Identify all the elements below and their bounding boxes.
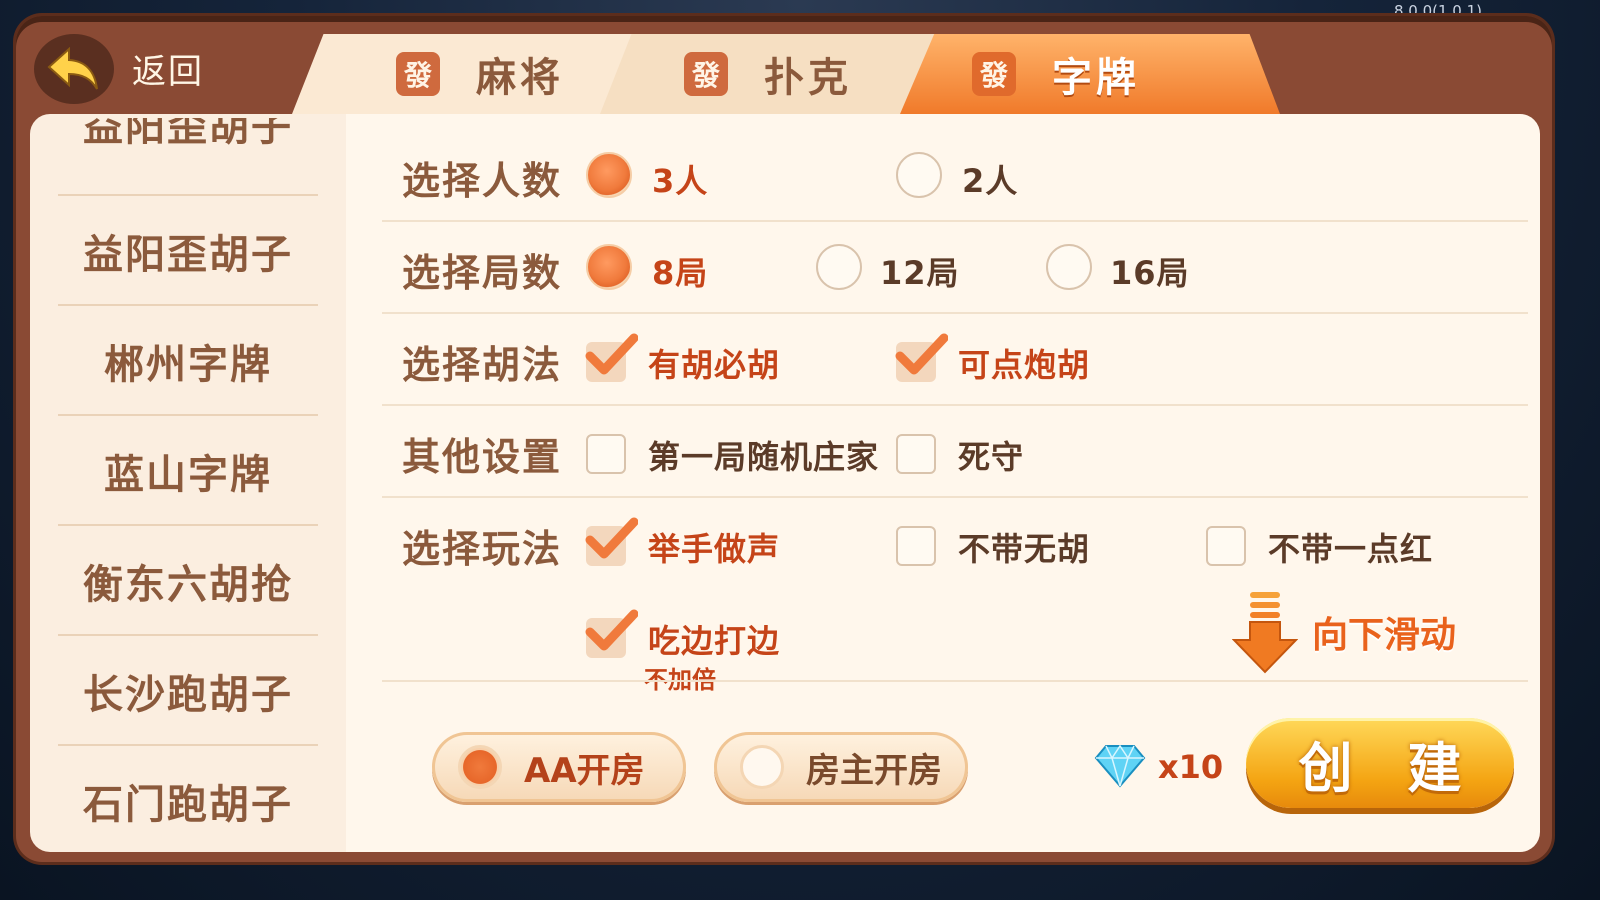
hu-rule-label: 选择胡法 — [402, 343, 563, 387]
hu-rule-option-1[interactable]: 有胡必胡 — [648, 340, 780, 386]
play-option-2[interactable]: 不带无胡 — [958, 524, 1090, 570]
rounds-radio-8[interactable] — [586, 244, 632, 290]
fa-tile-icon: 發 — [972, 52, 1016, 96]
divider — [382, 680, 1528, 682]
divider — [58, 634, 318, 636]
sidebar-item[interactable]: 长沙跑胡子 — [58, 662, 318, 720]
play-option-1[interactable]: 举手做声 — [648, 524, 780, 570]
hu-rule-checkbox-2[interactable] — [895, 333, 948, 382]
other-option-1[interactable]: 第一局随机庄家 — [648, 432, 879, 478]
other-settings-label: 其他设置 — [402, 435, 563, 479]
divider — [58, 524, 318, 526]
divider — [58, 304, 318, 306]
play-rule-label: 选择玩法 — [402, 527, 563, 571]
play-option-3[interactable]: 不带一点红 — [1268, 524, 1433, 570]
play-option-note: 不加倍 — [644, 666, 716, 694]
checkmark-icon — [585, 517, 638, 559]
sidebar-item-selected[interactable]: 石门跑胡子 — [58, 772, 318, 830]
divider — [58, 194, 318, 196]
hu-rule-option-2[interactable]: 可点炮胡 — [958, 340, 1090, 386]
checkmark-icon — [585, 333, 638, 375]
down-arrow-icon — [1232, 592, 1298, 674]
other-checkbox-2[interactable] — [896, 434, 936, 474]
players-option-2[interactable]: 2人 — [962, 156, 1018, 202]
checkmark-icon — [895, 333, 948, 375]
checkmark-icon — [585, 609, 638, 651]
players-radio-2[interactable] — [896, 152, 942, 198]
diamond-cost: x10 — [1158, 748, 1224, 786]
players-label: 选择人数 — [402, 159, 563, 203]
divider — [58, 744, 318, 746]
rounds-radio-16[interactable] — [1046, 244, 1092, 290]
tab-label: 扑克 — [764, 55, 852, 101]
other-checkbox-1[interactable] — [586, 434, 626, 474]
players-option-3[interactable]: 3人 — [652, 156, 708, 202]
rounds-option-8[interactable]: 8局 — [652, 248, 708, 294]
play-checkbox-3[interactable] — [1206, 526, 1246, 566]
tab-poker[interactable]: 發 扑克 — [600, 34, 950, 114]
tab-label: 字牌 — [1052, 55, 1140, 101]
divider — [382, 220, 1528, 222]
game-list-sidebar[interactable]: 益阳歪胡子 益阳歪胡子 郴州字牌 蓝山字牌 衡东六胡抢 长沙跑胡子 石门跑胡子 — [30, 114, 346, 852]
scroll-down-hint: 向下滑动 — [1312, 615, 1457, 656]
create-room-button[interactable]: 创 建 — [1246, 718, 1514, 808]
create-button-label: 创 建 — [1298, 736, 1480, 800]
divider — [382, 404, 1528, 406]
diamond-icon — [1094, 744, 1146, 788]
divider — [382, 496, 1528, 498]
tab-zipai[interactable]: 發 字牌 — [900, 34, 1280, 114]
sidebar-item[interactable]: 益阳歪胡子 — [58, 118, 318, 158]
play-checkbox-4[interactable] — [585, 609, 638, 658]
back-arrow-icon — [47, 47, 98, 90]
sidebar-item-label: 益阳歪胡子 — [83, 118, 293, 150]
radio-icon — [740, 745, 784, 789]
tab-label: 麻将 — [476, 55, 564, 101]
divider — [382, 312, 1528, 314]
rounds-option-16[interactable]: 16局 — [1110, 248, 1190, 294]
host-room-button[interactable]: 房主开房 — [714, 732, 968, 802]
rounds-option-12[interactable]: 12局 — [880, 248, 960, 294]
players-radio-3[interactable] — [586, 152, 632, 198]
divider — [58, 414, 318, 416]
sidebar-item[interactable]: 蓝山字牌 — [58, 442, 318, 500]
back-button[interactable] — [34, 34, 114, 104]
fa-tile-icon: 發 — [396, 52, 440, 96]
fa-tile-icon: 發 — [684, 52, 728, 96]
hu-rule-checkbox-1[interactable] — [585, 333, 638, 382]
sidebar-item[interactable]: 郴州字牌 — [58, 332, 318, 390]
back-label[interactable]: 返回 — [132, 44, 204, 93]
host-room-label: 房主开房 — [806, 750, 942, 791]
radio-icon — [458, 745, 502, 789]
play-checkbox-2[interactable] — [896, 526, 936, 566]
sidebar-item[interactable]: 衡东六胡抢 — [58, 552, 318, 610]
sidebar-item[interactable]: 益阳歪胡子 — [58, 222, 318, 280]
rounds-label: 选择局数 — [402, 251, 563, 295]
tab-mahjong[interactable]: 發 麻将 — [292, 34, 642, 114]
rounds-radio-12[interactable] — [816, 244, 862, 290]
aa-room-button[interactable]: AA开房 — [432, 732, 686, 802]
aa-room-label: AA开房 — [524, 750, 645, 791]
play-checkbox-1[interactable] — [585, 517, 638, 566]
play-option-4[interactable]: 吃边打边 — [648, 616, 780, 662]
other-option-2[interactable]: 死守 — [958, 432, 1024, 478]
